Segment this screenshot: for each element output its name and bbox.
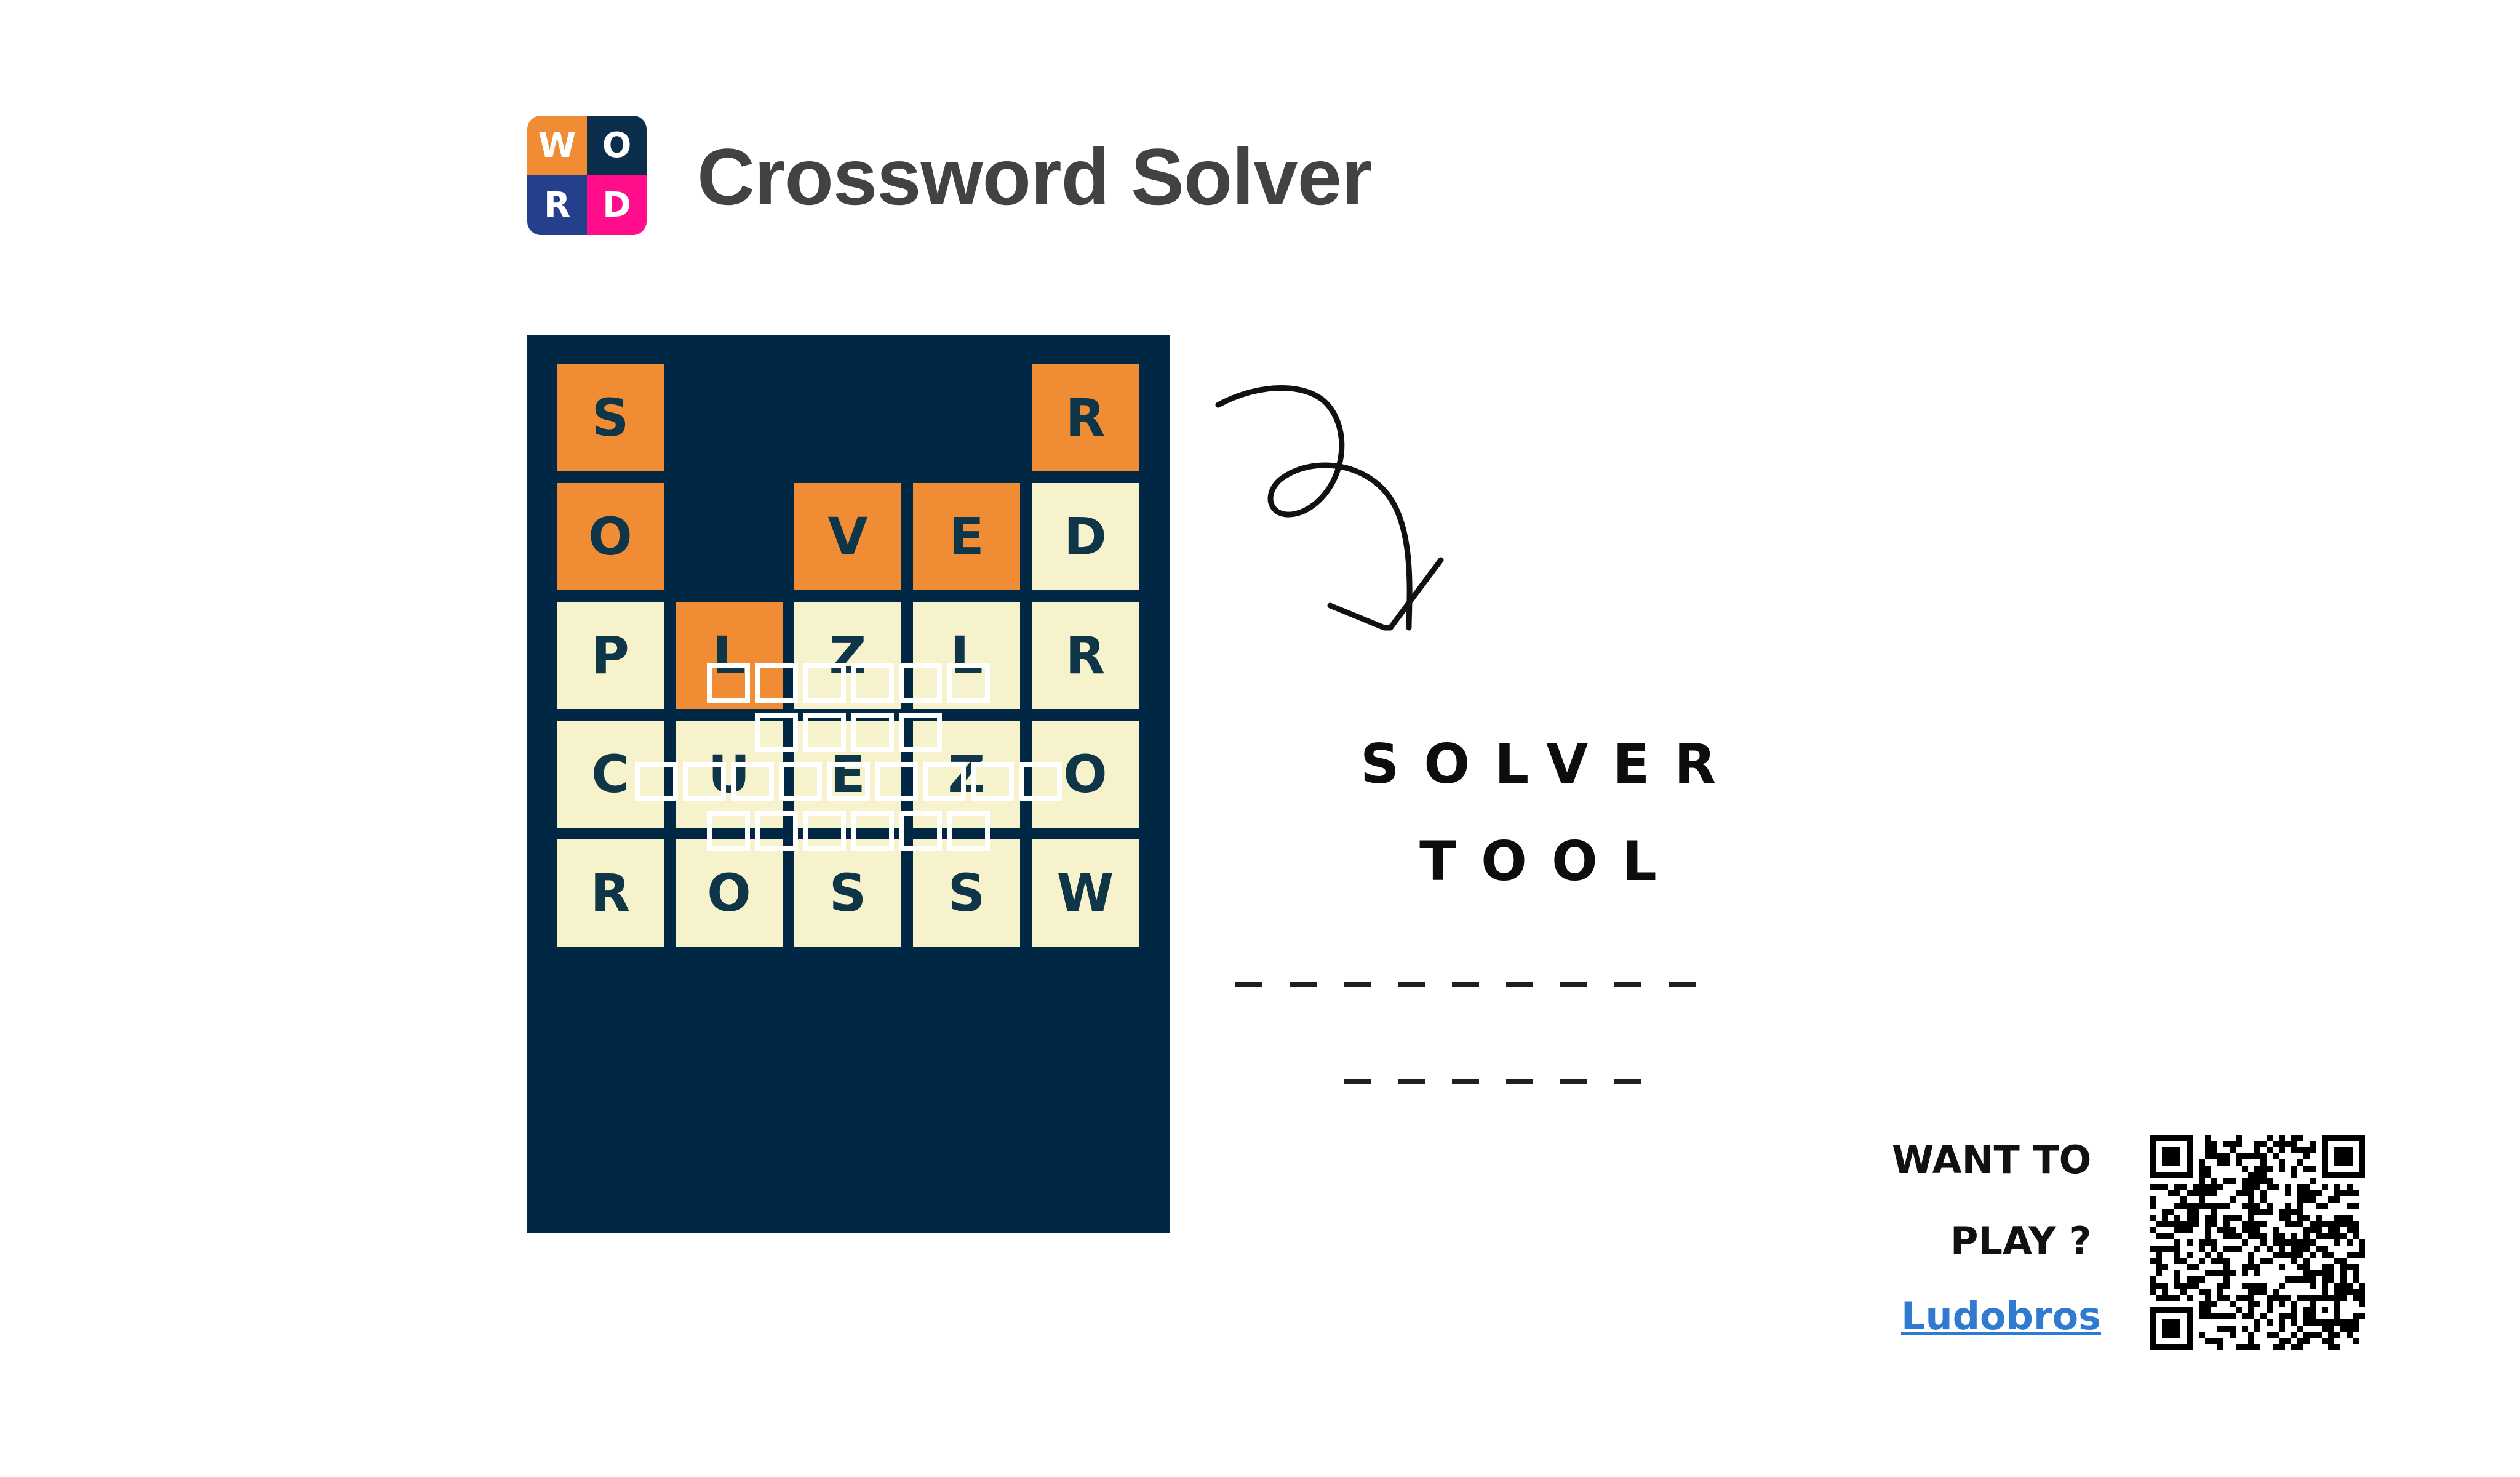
blank-letter-box xyxy=(803,811,846,851)
ludobros-link[interactable]: Ludobros xyxy=(1901,1294,2101,1339)
dash xyxy=(1614,1079,1641,1084)
blank-letter-box xyxy=(803,713,846,752)
tile-r2-c4: E xyxy=(913,483,1020,590)
qr-code-icon[interactable] xyxy=(2150,1135,2365,1350)
dash xyxy=(1344,1079,1371,1084)
tile-r5-c1: R xyxy=(557,839,664,947)
blank-letter-box xyxy=(635,762,678,801)
blank-letter-box xyxy=(899,663,942,703)
blank-letter-box xyxy=(851,713,894,752)
blank-word-4 xyxy=(527,811,1170,851)
logo-cell-o: O xyxy=(587,116,647,175)
curly-arrow-down-icon xyxy=(1215,385,1444,631)
tile-r5-c5: W xyxy=(1032,839,1139,947)
blank-letter-box xyxy=(923,762,966,801)
solver-heading-line2: TOOL xyxy=(1419,830,1681,893)
blank-letter-box xyxy=(803,663,846,703)
blank-letter-box xyxy=(827,762,870,801)
answer-dashes-1 xyxy=(1235,982,1696,987)
dash xyxy=(1560,982,1587,987)
cta-line1: WANT TO xyxy=(1892,1137,2092,1182)
blank-word-3 xyxy=(527,762,1170,801)
blank-letter-box xyxy=(755,663,798,703)
blank-letter-box xyxy=(707,663,750,703)
dash xyxy=(1452,982,1479,987)
tile-r2-c1: O xyxy=(557,483,664,590)
tile-r1-c1: S xyxy=(557,364,664,471)
blank-letter-box xyxy=(755,811,798,851)
blank-letter-box xyxy=(731,762,774,801)
tile-r5-c3: S xyxy=(794,839,901,947)
logo-cell-d: D xyxy=(587,175,647,235)
blank-letter-box xyxy=(851,663,894,703)
tile-r5-c2: O xyxy=(676,839,783,947)
blank-word-1 xyxy=(527,663,1170,703)
blank-letter-box xyxy=(779,762,822,801)
crossword-board: SROVEDPLZLRCUEZOROSSW xyxy=(527,335,1170,1233)
dash xyxy=(1344,982,1371,987)
blank-letter-box xyxy=(947,811,990,851)
dash xyxy=(1235,982,1262,987)
dash xyxy=(1290,982,1317,987)
dash xyxy=(1560,1079,1587,1084)
dash xyxy=(1506,982,1533,987)
dash xyxy=(1398,1079,1425,1084)
answer-dashes-2 xyxy=(1344,1079,1641,1084)
tile-r2-c5: D xyxy=(1032,483,1139,590)
blank-letter-box xyxy=(755,713,798,752)
dash xyxy=(1398,982,1425,987)
blank-letter-box xyxy=(875,762,918,801)
blank-letter-box xyxy=(683,762,726,801)
tile-r5-c4: S xyxy=(913,839,1020,947)
cta-line2: PLAY ? xyxy=(1950,1219,2092,1263)
page-title: Crossword Solver xyxy=(697,132,1373,222)
dash xyxy=(1669,982,1696,987)
blank-letter-box xyxy=(899,811,942,851)
blank-letter-box xyxy=(851,811,894,851)
dash xyxy=(1614,982,1641,987)
solver-heading-line1: SOLVER xyxy=(1360,732,1741,796)
blank-letter-box xyxy=(947,663,990,703)
tile-r1-c5: R xyxy=(1032,364,1139,471)
tile-r2-c3: V xyxy=(794,483,901,590)
logo-cell-w: W xyxy=(527,116,587,175)
blank-word-2 xyxy=(527,713,1170,752)
dash xyxy=(1506,1079,1533,1084)
blank-letter-box xyxy=(1019,762,1062,801)
blank-letter-box xyxy=(899,713,942,752)
logo-cell-r: R xyxy=(527,175,587,235)
blank-letter-box xyxy=(707,811,750,851)
app-logo: W O R D xyxy=(527,116,647,235)
dash xyxy=(1452,1079,1479,1084)
blank-letter-box xyxy=(971,762,1014,801)
